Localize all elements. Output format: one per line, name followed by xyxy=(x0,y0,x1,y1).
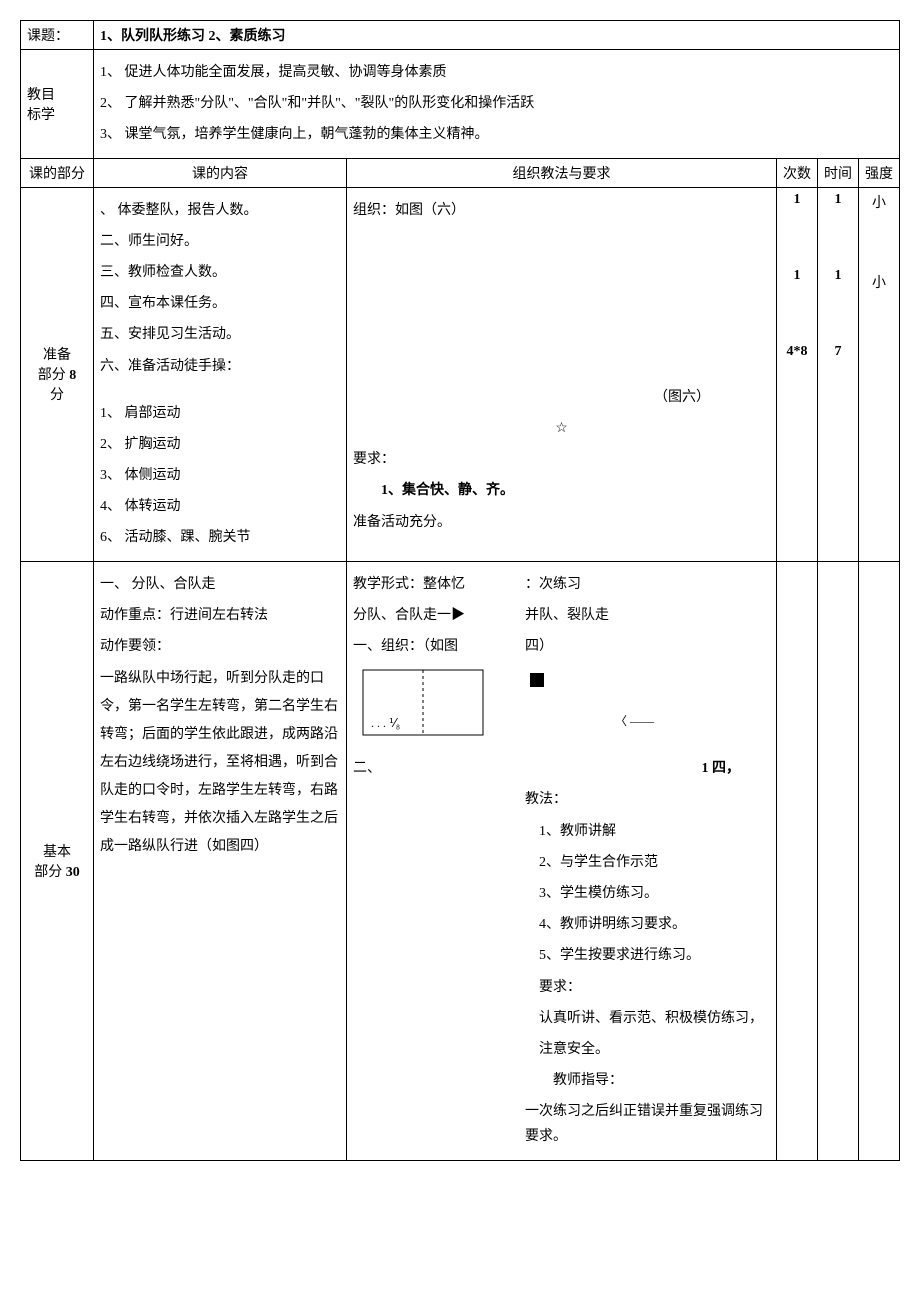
basic-row: 基本部分 30 一、 分队、合队走 动作重点：行进间左右转法 动作要领： 一路纵… xyxy=(21,561,900,1160)
split-right: 并队、裂队走 xyxy=(525,603,770,628)
lesson-plan-page: 课题： 1、队列队形练习 2、素质练习 教目标学 1、 促进人体功能全面发展，提… xyxy=(20,20,900,1161)
prep-content-line: 二、师生问好。 xyxy=(100,229,340,254)
basic-title: 一、 分队、合队走 xyxy=(100,572,340,597)
prep-exercise: 3、 体侧运动 xyxy=(100,463,340,488)
topic-label: 课题： xyxy=(21,21,94,50)
prep-content-line: 六、准备活动徒手操： xyxy=(100,354,340,379)
goal-item: 2、 了解并熟悉"分队"、"合队"和"并队"、"裂队"的队形变化和操作活跃 xyxy=(100,91,893,116)
prep-require-line: 1、集合快、静、齐。 xyxy=(353,478,770,503)
prep-exercise: 4、 体转运动 xyxy=(100,494,340,519)
svg-text:〈 ——: 〈 —— xyxy=(615,714,655,728)
prep-content-cell: 、 体委整队，报告人数。 二、师生问好。 三、教师检查人数。 四、宣布本课任务。… xyxy=(94,187,347,561)
prep-time: 1 xyxy=(824,268,852,284)
topic-label-text: 课题： xyxy=(27,29,69,44)
require-line: 认真听讲、看示范、积极模仿练习， xyxy=(525,1006,770,1031)
goals-label: 教目标学 xyxy=(27,84,87,124)
prep-intensity: 小 xyxy=(865,272,893,292)
guide-label: 教师指导： xyxy=(525,1068,770,1093)
split-line: 分队、合队走一▶ xyxy=(353,603,513,628)
basic-time-cell xyxy=(818,561,859,1160)
goal-item: 3、 课堂气氛，培养学生健康向上，朝气蓬勃的集体主义精神。 xyxy=(100,122,893,147)
require-line: 注意安全。 xyxy=(525,1037,770,1062)
head-intensity: 强度 xyxy=(859,158,900,187)
formation-diagram-right: 〈 —— xyxy=(525,665,770,750)
org-line: 一、组织：（如图 xyxy=(353,634,513,659)
fig-end: 1 四， xyxy=(525,756,770,781)
teach-item: 5、学生按要求进行练习。 xyxy=(525,943,770,968)
prep-method-cell: 组织：如图（六） （图六） ☆ 要求： 1、集合快、静、齐。 准备活动充分。 xyxy=(347,187,777,561)
prep-count: 1 xyxy=(783,192,811,208)
prep-org-label: 组织：如图（六） xyxy=(353,198,770,223)
basic-content-cell: 一、 分队、合队走 动作重点：行进间左右转法 动作要领： 一路纵队中场行起，听到… xyxy=(94,561,347,1160)
prep-exercise: 6、 活动膝、踝、腕关节 xyxy=(100,525,340,550)
basic-part-text: 基本部分 30 xyxy=(27,841,87,881)
topic-value: 1、队列队形练习 2、素质练习 xyxy=(100,29,286,44)
prep-exercise: 2、 扩胸运动 xyxy=(100,432,340,457)
topic-value-cell: 1、队列队形练习 2、素质练习 xyxy=(94,21,900,50)
prep-count: 1 xyxy=(783,268,811,284)
basic-paragraph: 一路纵队中场行起，听到分队走的口令，第一名学生左转弯，第二名学生右转弯；后面的学… xyxy=(100,665,340,861)
teach-item: 4、教师讲明练习要求。 xyxy=(525,912,770,937)
basic-key: 动作重点：行进间左右转法 xyxy=(100,603,340,628)
org-right: 四） xyxy=(525,634,770,659)
prep-content-line: 三、教师检查人数。 xyxy=(100,260,340,285)
goals-row: 教目标学 1、 促进人体功能全面发展，提高灵敏、协调等身体素质 2、 了解并熟悉… xyxy=(21,50,900,159)
basic-part-label: 基本部分 30 xyxy=(21,561,94,1160)
head-count: 次数 xyxy=(777,158,818,187)
goals-label-cell: 教目标学 xyxy=(21,50,94,159)
prep-require-end: 准备活动充分。 xyxy=(353,510,770,535)
prep-require-label: 要求： xyxy=(353,447,770,472)
topic-row: 课题： 1、队列队形练习 2、素质练习 xyxy=(21,21,900,50)
guide-line: 一次练习之后纠正错误并重复强调练习要求。 xyxy=(525,1099,770,1149)
prep-part-label: 准备部分 8分 xyxy=(21,187,94,561)
diagram-svg: . . . ⅟₈ xyxy=(353,665,493,745)
prep-intensity-cell: 小 小 xyxy=(859,187,900,561)
prep-part-text: 准备部分 8分 xyxy=(27,344,87,404)
prep-count-cell: 1 1 4*8 xyxy=(777,187,818,561)
head-content: 课的内容 xyxy=(94,158,347,187)
teach-item: 1、教师讲解 xyxy=(525,819,770,844)
prep-figure-label: （图六） xyxy=(353,385,770,410)
prep-intensity: 小 xyxy=(865,192,893,212)
prep-time-cell: 1 1 7 xyxy=(818,187,859,561)
teach-item: 2、与学生合作示范 xyxy=(525,850,770,875)
goals-cell: 1、 促进人体功能全面发展，提高灵敏、协调等身体素质 2、 了解并熟悉"分队"、… xyxy=(94,50,900,159)
head-method: 组织教法与要求 xyxy=(347,158,777,187)
basic-method-cell-right: ：次练习 并队、裂队走 四） 〈 —— 1 四， 教法： 1、教师讲解 2、与学… xyxy=(519,561,777,1160)
prep-row: 准备部分 8分 、 体委整队，报告人数。 二、师生问好。 三、教师检查人数。 四… xyxy=(21,187,900,561)
prep-count: 4*8 xyxy=(783,344,811,360)
svg-text:. . . ⅟₈: . . . ⅟₈ xyxy=(371,716,400,730)
goal-item: 1、 促进人体功能全面发展，提高灵敏、协调等身体素质 xyxy=(100,60,893,85)
diagram-svg-right: 〈 —— xyxy=(525,665,675,745)
teach-item: 3、学生模仿练习。 xyxy=(525,881,770,906)
basic-essentials-label: 动作要领： xyxy=(100,634,340,659)
prep-time: 1 xyxy=(824,192,852,208)
prep-exercise: 1、 肩部运动 xyxy=(100,401,340,426)
teach-label2: 教法： xyxy=(525,787,770,812)
star-icon: ☆ xyxy=(353,416,770,441)
table-header-row: 课的部分 课的内容 组织教法与要求 次数 时间 强度 xyxy=(21,158,900,187)
prep-content-line: 、 体委整队，报告人数。 xyxy=(100,198,340,223)
prep-time: 7 xyxy=(824,344,852,360)
head-time: 时间 xyxy=(818,158,859,187)
basic-intensity-cell xyxy=(859,561,900,1160)
lesson-plan-table: 课题： 1、队列队形练习 2、素质练习 教目标学 1、 促进人体功能全面发展，提… xyxy=(20,20,900,1161)
basic-method-cell-left: 教学形式：整体忆 分队、合队走一▶ 一、组织：（如图 . . . ⅟₈ 二、 xyxy=(347,561,520,1160)
basic-count-cell xyxy=(777,561,818,1160)
formation-diagram: . . . ⅟₈ xyxy=(353,665,513,750)
prep-content-line: 五、安排见习生活动。 xyxy=(100,322,340,347)
head-part: 课的部分 xyxy=(21,158,94,187)
prep-content-line: 四、宣布本课任务。 xyxy=(100,291,340,316)
require-label: 要求： xyxy=(525,975,770,1000)
teach-form: 教学形式：整体忆 xyxy=(353,572,513,597)
teach-num: 二、 xyxy=(353,756,513,781)
form-right-a: ：次练习 xyxy=(525,572,770,597)
